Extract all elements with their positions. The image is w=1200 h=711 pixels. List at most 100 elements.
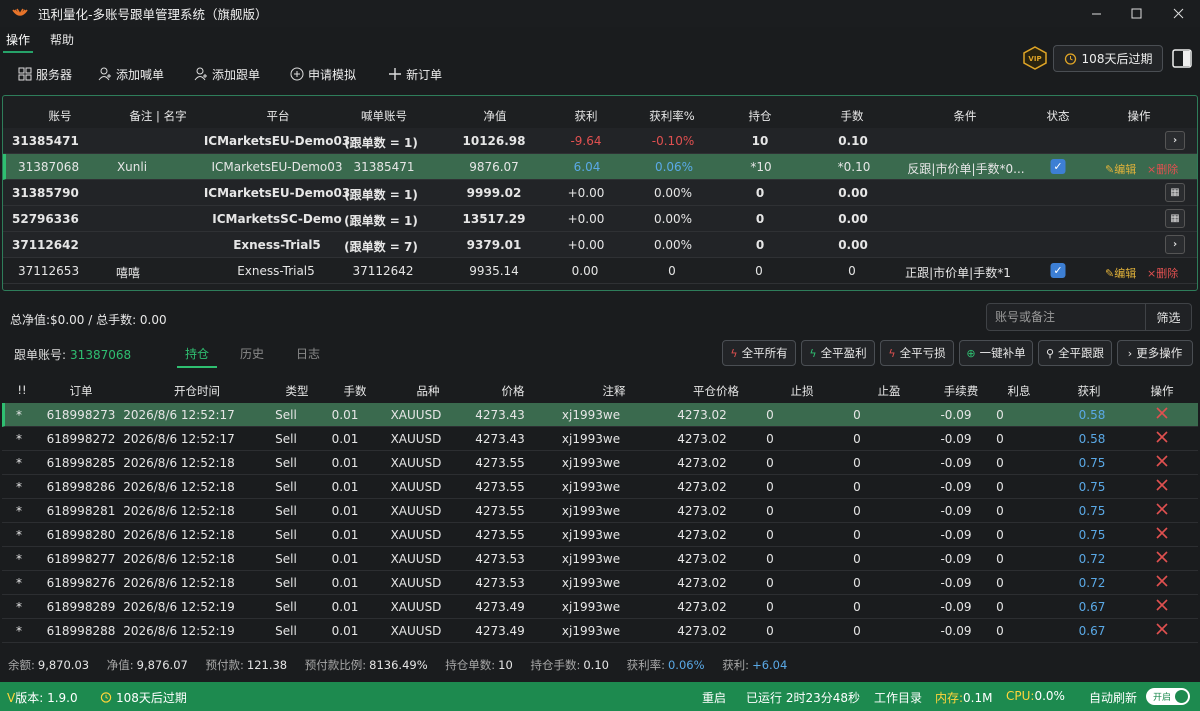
restart-button[interactable]: 重启 (702, 689, 726, 706)
edit-label: 编辑 (1114, 163, 1137, 176)
plus-circle-icon (290, 67, 304, 81)
order-time: 2026/8/6 12:52:17 (123, 432, 235, 446)
order-row[interactable]: * 618998288 2026/8/6 12:52:19 Sell 0.01 XAUUS… (2, 619, 1198, 643)
order-type: Sell (275, 432, 297, 446)
apply-demo-button[interactable]: 申请模拟 (290, 66, 356, 83)
close-order-icon[interactable] (1155, 502, 1169, 516)
pos-lots-label: 持仓手数: (530, 658, 581, 672)
grid-menu-button[interactable]: ▦ (1165, 183, 1185, 202)
add-shout-button[interactable]: 添加喊单 (98, 66, 164, 83)
close-order-icon[interactable] (1155, 598, 1169, 612)
close-loss-button[interactable]: ϟ 全平亏损 (880, 340, 954, 366)
apply-demo-label: 申请模拟 (308, 67, 357, 82)
account-search-input[interactable] (987, 304, 1145, 330)
order-comment: xj1993we (561, 504, 621, 518)
account-rate: 0.00% (653, 238, 693, 252)
order-row[interactable]: * 618998276 2026/8/6 12:52:18 Sell 0.01 XAUUS… (2, 571, 1198, 595)
order-id: 618998277 (46, 552, 116, 566)
order-close: 4273.02 (677, 600, 727, 614)
maximize-button[interactable] (1116, 0, 1156, 27)
delete-link[interactable]: ×删除 (1147, 161, 1178, 177)
order-row[interactable]: * 618998272 2026/8/6 12:52:17 Sell 0.01 XAUUS… (2, 427, 1198, 451)
close-order-icon[interactable] (1155, 478, 1169, 492)
toolbar: 服务器 添加喊单 添加跟单 申请模拟 新订单 (0, 58, 1000, 90)
work-dir-button[interactable]: 工作目录 (874, 689, 922, 706)
close-window-button[interactable] (1158, 0, 1198, 27)
order-row[interactable]: * 618998277 2026/8/6 12:52:18 Sell 0.01 XAUUS… (2, 547, 1198, 571)
order-fee: -0.09 (940, 528, 972, 542)
auto-refresh-toggle[interactable]: 开启 (1146, 688, 1190, 705)
profit-value: +6.04 (752, 658, 788, 672)
header-open-time: 开仓时间 (174, 384, 220, 398)
account-rate: 0.00% (653, 212, 693, 226)
header-fee: 手续费 (943, 384, 979, 398)
account-row[interactable]: 37112642 Exness-Trial5 (跟单数 = 7) 9379.01… (3, 232, 1197, 258)
filter-button[interactable]: 筛选 (1145, 304, 1191, 330)
expand-button[interactable]: › (1165, 235, 1185, 254)
order-time: 2026/8/6 12:52:19 (123, 624, 235, 638)
profit-label: 获利: (722, 658, 750, 672)
grid-menu-button[interactable]: ▦ (1165, 209, 1185, 228)
status-checkbox[interactable]: ✓ (1050, 159, 1066, 174)
order-flag: * (16, 600, 22, 614)
version-info: V版本: 1.9.0 (7, 689, 78, 706)
order-row[interactable]: * 618998285 2026/8/6 12:52:18 Sell 0.01 XAUUS… (2, 451, 1198, 475)
more-actions-button[interactable]: › 更多操作 (1117, 340, 1193, 366)
order-profit: 0.72 (1078, 576, 1106, 590)
account-row[interactable]: 37112653 嘻嘻 Exness-Trial5 37112642 9935.… (3, 258, 1197, 284)
expire-button[interactable]: 108天后过期 (1053, 45, 1163, 72)
order-row[interactable]: * 618998289 2026/8/6 12:52:19 Sell 0.01 XAUUS… (2, 595, 1198, 619)
close-profit-label: 全平盈利 (820, 346, 867, 360)
account-row[interactable]: 52796336 ICMarketsSC-Demo (跟单数 = 1) 1351… (3, 206, 1197, 232)
close-order-icon[interactable] (1155, 430, 1169, 444)
side-panel-toggle-icon[interactable] (1172, 49, 1192, 68)
header-condition: 条件 (953, 109, 977, 123)
account-profit: 6.04 (573, 160, 601, 174)
order-swap: 0 (996, 552, 1004, 566)
expand-button[interactable]: › (1165, 131, 1185, 150)
close-order-icon[interactable] (1155, 526, 1169, 540)
tab-log[interactable]: 日志 (296, 345, 320, 362)
order-row[interactable]: * 618998280 2026/8/6 12:52:18 Sell 0.01 XAUUS… (2, 523, 1198, 547)
tab-positions[interactable]: 持仓 (185, 345, 209, 362)
close-order-icon[interactable] (1155, 406, 1169, 420)
new-order-button[interactable]: 新订单 (388, 66, 442, 83)
tab-history[interactable]: 历史 (240, 345, 264, 362)
close-profit-button[interactable]: ϟ 全平盈利 (801, 340, 875, 366)
close-follow-button[interactable]: ⚲ 全平跟跟 (1038, 340, 1112, 366)
delete-link[interactable]: ×删除 (1147, 265, 1178, 281)
edit-link[interactable]: ✎编辑 (1105, 265, 1136, 281)
fill-orders-button[interactable]: ⊕ 一键补单 (959, 340, 1033, 366)
order-row[interactable]: * 618998281 2026/8/6 12:52:18 Sell 0.01 XAUUS… (2, 499, 1198, 523)
order-sl: 0 (766, 600, 774, 614)
account-platform: ICMarketsEU-Demo03 (203, 186, 351, 200)
account-row[interactable]: 31385471 ICMarketsEU-Demo03 (跟单数 = 1) 10… (3, 128, 1197, 154)
order-swap: 0 (996, 504, 1004, 518)
servers-button[interactable]: 服务器 (18, 66, 72, 83)
order-lots: 0.01 (331, 504, 359, 518)
edit-link[interactable]: ✎编辑 (1105, 161, 1136, 177)
account-lots: *0.10 (837, 160, 871, 174)
plus-icon (389, 68, 402, 80)
account-row-selected[interactable]: 31387068 Xunli ICMarketsEU-Demo03 313854… (3, 154, 1197, 180)
menu-help[interactable]: 帮助 (44, 31, 80, 53)
status-checkbox[interactable]: ✓ (1050, 263, 1066, 278)
order-row[interactable]: * 618998273 2026/8/6 12:52:17 Sell 0.01 XAUUS… (2, 403, 1198, 427)
menu-operation[interactable]: 操作 (0, 31, 36, 53)
account-row[interactable]: 31385790 ICMarketsEU-Demo03 (跟单数 = 1) 99… (3, 180, 1197, 206)
delete-label: 删除 (1156, 163, 1179, 176)
close-order-icon[interactable] (1155, 454, 1169, 468)
order-type: Sell (275, 600, 297, 614)
order-comment: xj1993we (561, 600, 621, 614)
close-order-icon[interactable] (1155, 574, 1169, 588)
close-order-icon[interactable] (1155, 622, 1169, 636)
memory-value: 0.1M (963, 691, 993, 705)
minimize-button[interactable] (1076, 0, 1116, 27)
order-type: Sell (275, 456, 297, 470)
order-row[interactable]: * 618998286 2026/8/6 12:52:18 Sell 0.01 XAUUS… (2, 475, 1198, 499)
add-follow-button[interactable]: 添加跟单 (194, 66, 260, 83)
close-order-icon[interactable] (1155, 550, 1169, 564)
close-all-button[interactable]: ϟ 全平所有 (722, 340, 796, 366)
order-sl: 0 (766, 456, 774, 470)
account-positions: 0 (755, 186, 765, 200)
